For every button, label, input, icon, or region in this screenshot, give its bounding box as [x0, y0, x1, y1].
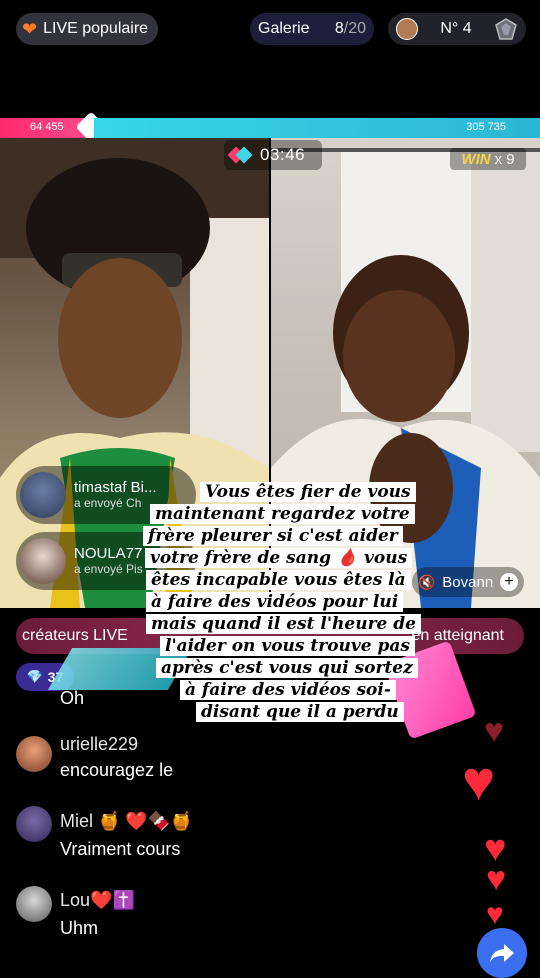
- comment-author[interactable]: Miel 🍯 ❤️🍫🍯: [60, 811, 193, 832]
- win-label: WIN: [461, 150, 491, 168]
- avatar[interactable]: [16, 806, 52, 842]
- battle-timer: 03:46: [224, 140, 322, 170]
- opponent-name: Bovann: [442, 573, 494, 591]
- avatar: [20, 538, 66, 584]
- comment-author[interactable]: Lou❤️✝️: [60, 890, 135, 911]
- gift-sender: timastaf Bi...: [74, 479, 157, 497]
- opponent-tag[interactable]: 🔇 Bovann +: [412, 567, 524, 597]
- heart-icon: ♥: [462, 749, 496, 812]
- banner-right-text: en atteignant: [411, 627, 504, 644]
- avatar[interactable]: [16, 736, 52, 772]
- galerie-count: 8/20: [334, 20, 366, 37]
- comment-text: Uhm: [60, 918, 99, 938]
- caption-line: maintenant regardez votre: [150, 504, 415, 524]
- gift-message: a envoyé Pis: [74, 561, 143, 576]
- right-score: 305 735: [466, 121, 506, 133]
- heart-icon: ♥: [486, 898, 504, 931]
- left-score: 64 455: [30, 121, 64, 133]
- share-icon[interactable]: [477, 928, 527, 978]
- follow-button[interactable]: +: [500, 573, 518, 591]
- win-streak-badge: WIN x 9: [450, 148, 526, 170]
- caption-line: l'aider on vous trouve pas: [160, 636, 415, 656]
- banner-left-text: créateurs LIVE: [22, 627, 128, 644]
- heart-icon: ♥: [484, 712, 505, 750]
- avatar[interactable]: [16, 886, 52, 922]
- caption-line: après c'est vous qui sortez: [156, 658, 418, 678]
- rank-label: N° 4: [440, 20, 472, 37]
- galerie-label: Galerie: [258, 20, 310, 37]
- caption-line: êtes incapable vous êtes là: [146, 570, 411, 590]
- caption-line: disant que il a perdu: [196, 702, 404, 722]
- gift-message: a envoyé Ch: [74, 495, 142, 510]
- live-populaire-label: LIVE populaire: [43, 20, 149, 37]
- heart-icon: ❤: [22, 18, 38, 39]
- caption-line: votre frère de sang 🩸 vous: [145, 548, 413, 568]
- comment-text: encouragez le: [60, 760, 174, 780]
- caption-line: Vous êtes fier de vous: [200, 482, 416, 502]
- rank-avatar: [396, 18, 418, 40]
- gift-sender: NOULA77: [74, 545, 143, 563]
- heart-icon: ♥: [486, 860, 507, 898]
- caption-line: mais quand il est l'heure de: [146, 614, 421, 634]
- caption-line: à faire des vidéos soi-: [180, 680, 396, 700]
- battle-left-fill: 64 455: [0, 111, 107, 143]
- battle-right-fill: 305 735: [93, 118, 540, 138]
- mute-icon[interactable]: 🔇: [418, 574, 435, 591]
- live-populaire-button[interactable]: ❤ LIVE populaire: [16, 13, 158, 45]
- trophy-icon: [494, 17, 518, 41]
- comment-text: Vraiment cours: [60, 839, 181, 859]
- gem-icon: 💎: [26, 669, 43, 684]
- avatar: [20, 472, 66, 518]
- caption-line: à faire des vidéos pour lui: [146, 592, 404, 612]
- timer-text: 03:46: [260, 145, 306, 164]
- comment-author[interactable]: urielle229: [60, 734, 138, 755]
- galerie-button[interactable]: Galerie 8/20: [250, 13, 374, 45]
- win-count: x 9: [494, 150, 515, 168]
- battle-icon: [227, 146, 253, 164]
- battle-score-bar: 64 455 305 735: [0, 111, 540, 143]
- caption-line: frère pleurer si c'est aider: [143, 526, 403, 546]
- rank-button[interactable]: N° 4: [388, 13, 526, 45]
- comment-text: Oh: [60, 688, 85, 708]
